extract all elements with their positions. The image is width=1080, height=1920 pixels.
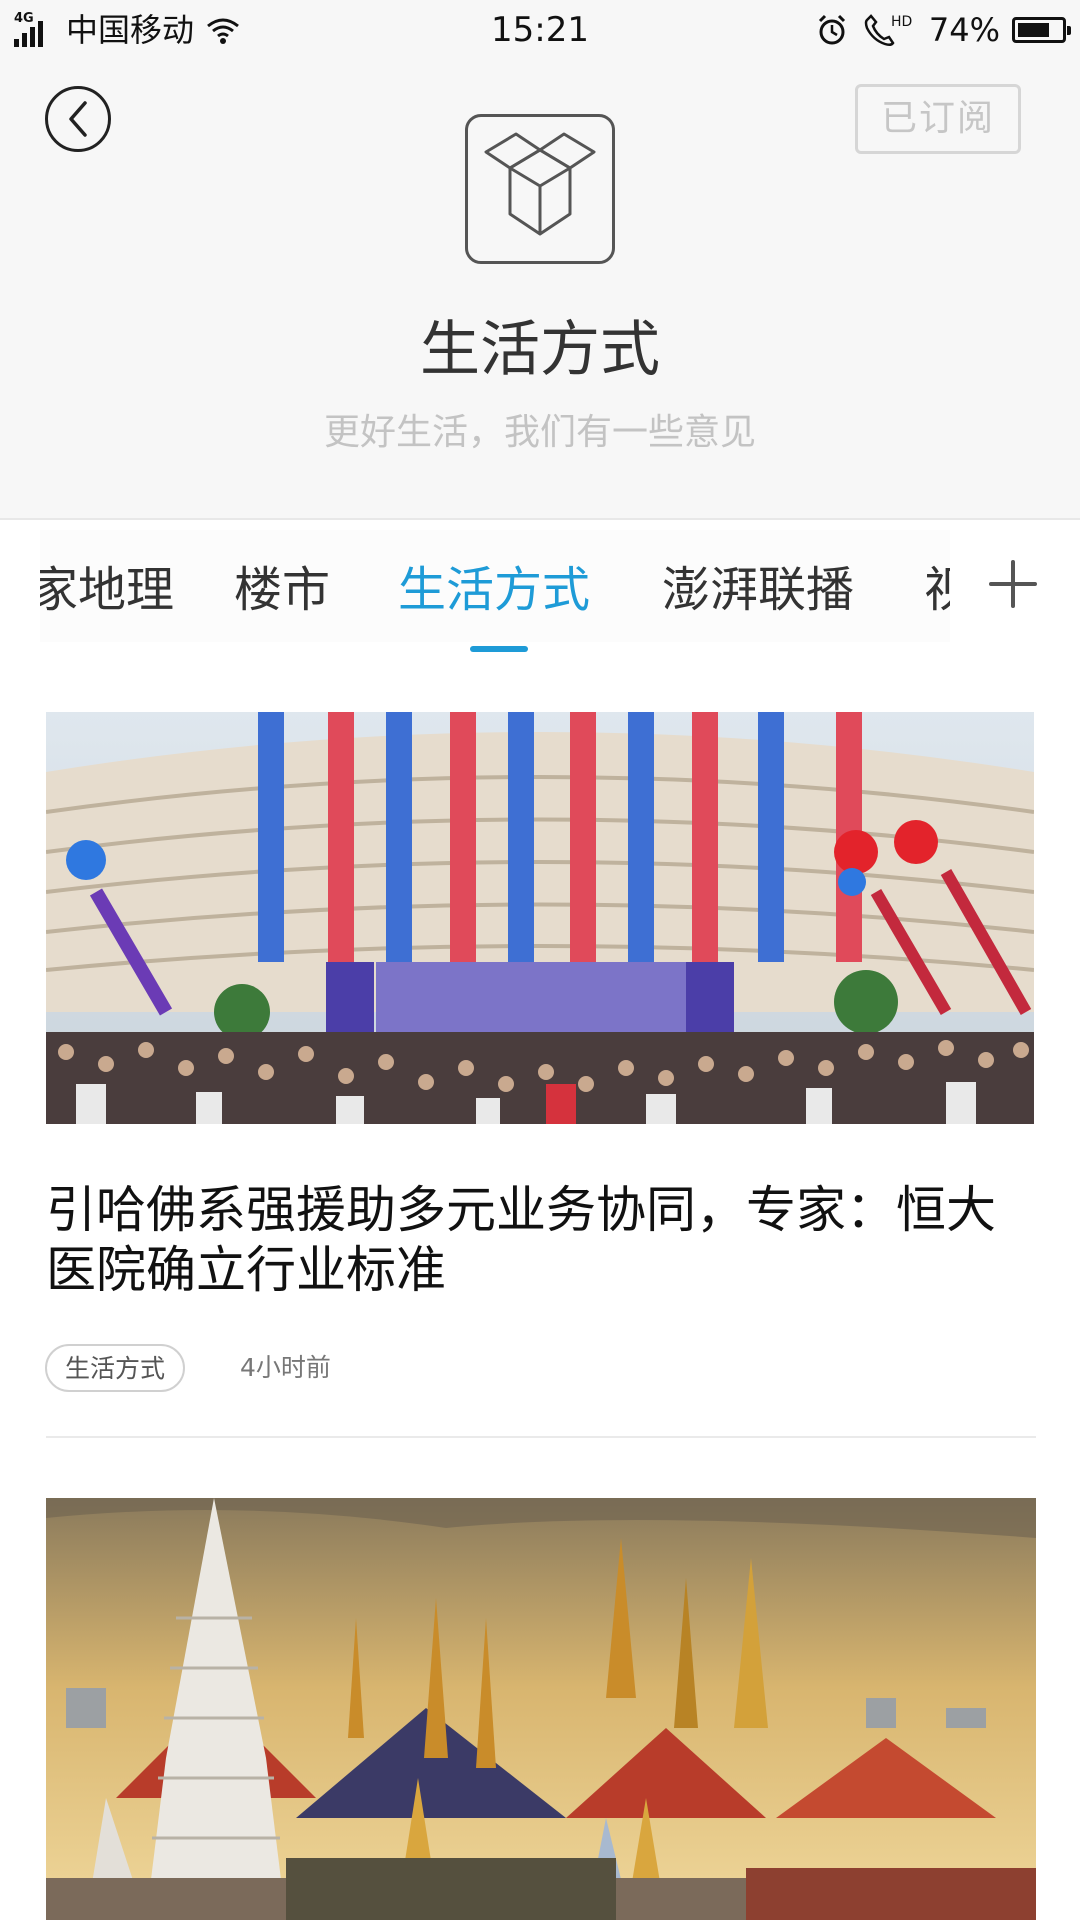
box-icon xyxy=(484,132,596,236)
battery-percent: 74% xyxy=(928,11,1000,49)
add-tab-button[interactable] xyxy=(985,556,1041,612)
channel-subtitle: 更好生活，我们有一些意见 xyxy=(323,412,756,453)
tab-video[interactable]: 视 xyxy=(924,560,950,620)
svg-text:HD: HD xyxy=(891,14,912,30)
battery-fill xyxy=(1018,23,1049,37)
article-title[interactable]: 引哈佛系强援助多元业务协同，专家：恒大医院确立行业标准 xyxy=(46,1180,1036,1300)
status-right: HD 74% xyxy=(815,8,1071,52)
tab-national-geography[interactable]: 家地理 xyxy=(40,560,174,620)
channel-logo xyxy=(465,114,615,264)
tab-strip: 家地理 楼市 生活方式 澎湃联播 视 xyxy=(40,530,950,642)
tab-pengpai-broadcast[interactable]: 澎湃联播 xyxy=(662,560,854,620)
back-button[interactable] xyxy=(45,86,111,152)
tab-lifestyle[interactable]: 生活方式 xyxy=(398,560,590,620)
active-tab-indicator xyxy=(470,646,528,652)
chevron-left-icon xyxy=(69,101,87,137)
article-image[interactable] xyxy=(46,712,1034,1124)
alarm-icon xyxy=(818,14,845,45)
hd-call-icon: HD xyxy=(864,14,912,47)
channel-title: 生活方式 xyxy=(420,315,660,385)
tab-property-market[interactable]: 楼市 xyxy=(234,560,330,620)
status-bar: 4G 中国移动 15:21 HD 74% xyxy=(0,0,1080,60)
channel-header: 已订阅 生活方式 更好生活，我们有一些意见 xyxy=(0,60,1080,520)
article-tag[interactable]: 生活方式 xyxy=(45,1344,186,1392)
article-divider xyxy=(46,1436,1036,1438)
article-image[interactable] xyxy=(46,1498,1036,1920)
tab-bar: 家地理 楼市 生活方式 澎湃联播 视 xyxy=(0,520,1080,660)
article-time: 4小时前 xyxy=(240,1353,331,1382)
subscribed-button[interactable]: 已订阅 xyxy=(855,84,1021,154)
battery-icon xyxy=(1012,17,1071,43)
